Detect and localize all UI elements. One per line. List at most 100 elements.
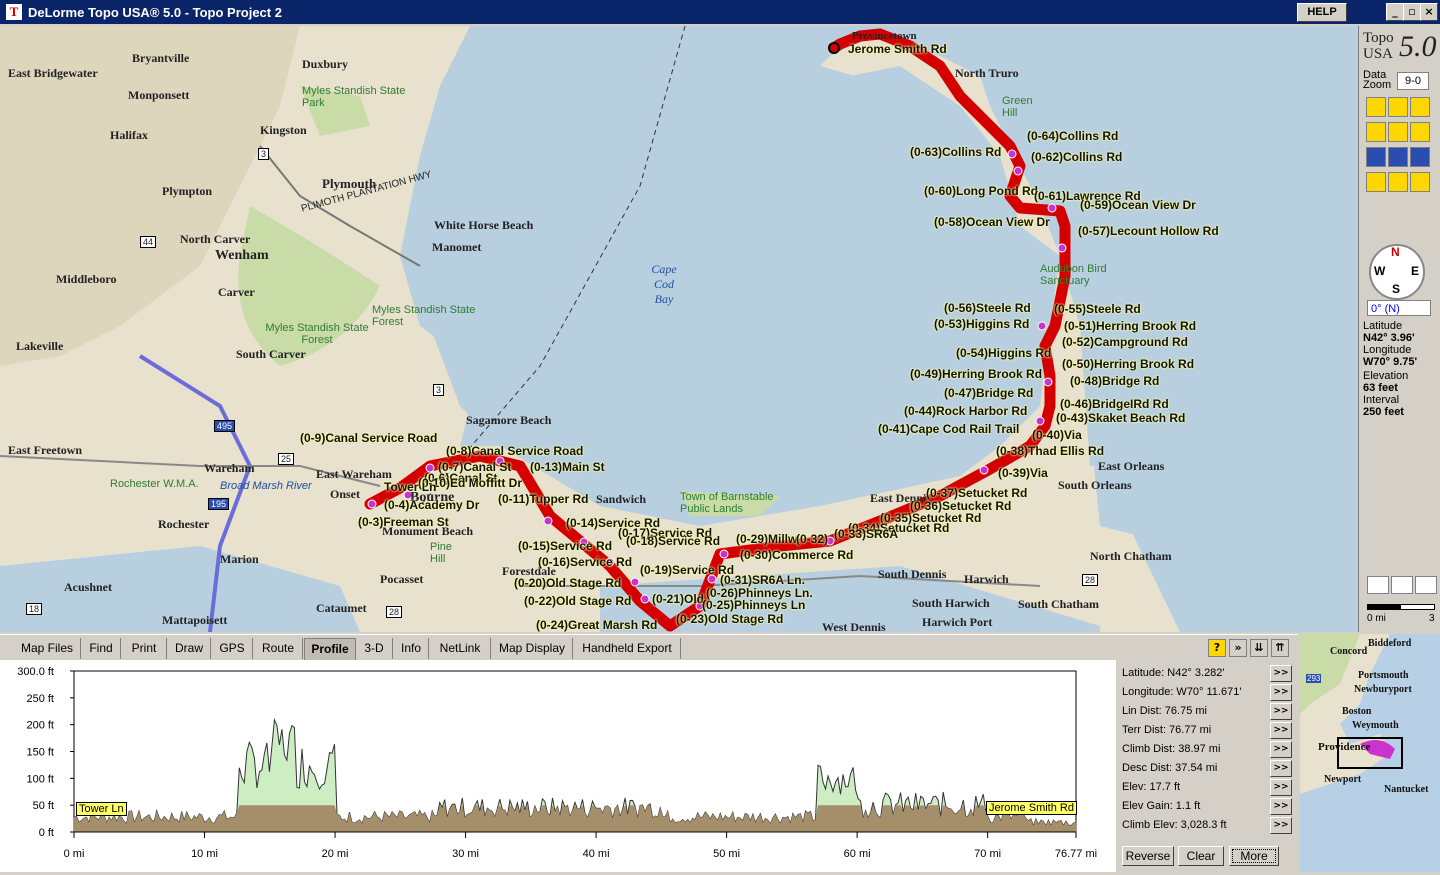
expand-icon[interactable]: » bbox=[1229, 639, 1247, 657]
pan-west-icon[interactable] bbox=[1366, 147, 1386, 167]
tab-netlink[interactable]: NetLink bbox=[430, 638, 491, 659]
waypoint-label[interactable]: (0-63)Collins Rd bbox=[910, 145, 1001, 159]
help-question-icon[interactable]: ? bbox=[1208, 639, 1226, 657]
stat-go-button[interactable]: >> bbox=[1270, 741, 1292, 758]
center-icon[interactable] bbox=[1388, 147, 1408, 167]
stat-go-button[interactable]: >> bbox=[1270, 665, 1292, 682]
waypoint-label[interactable]: (0-57)Lecount Hollow Rd bbox=[1078, 224, 1219, 238]
stat-go-button[interactable]: >> bbox=[1270, 722, 1292, 739]
tab-map-display[interactable]: Map Display bbox=[492, 638, 573, 659]
waypoint-label[interactable]: (0-26)Phinneys Ln. bbox=[706, 586, 813, 600]
pan-southeast-icon[interactable] bbox=[1410, 172, 1430, 192]
waypoint-label[interactable]: (0-18)Service Rd bbox=[626, 534, 720, 548]
pan-northeast-icon[interactable] bbox=[1410, 122, 1430, 142]
waypoint-label[interactable]: (0-41)Cape Cod Rail Trail bbox=[878, 422, 1019, 436]
waypoint-label[interactable]: (0-48)Bridge Rd bbox=[1070, 374, 1159, 388]
stat-go-button[interactable]: >> bbox=[1270, 779, 1292, 796]
tab-print[interactable]: Print bbox=[122, 638, 167, 659]
waypoint-label[interactable]: (0-55)Steele Rd bbox=[1054, 302, 1141, 316]
waypoint-label[interactable]: Jerome Smith Rd bbox=[848, 42, 947, 56]
stat-go-button[interactable]: >> bbox=[1270, 817, 1292, 834]
waypoint-label[interactable]: (0-50)Herring Brook Rd bbox=[1062, 357, 1194, 371]
waypoint-label[interactable]: (0-22)Old Stage Rd bbox=[524, 594, 631, 608]
elevation-profile[interactable]: 300.0 ft 250 ft 200 ft 150 ft 100 ft 50 ft 0 f… bbox=[0, 660, 1116, 872]
monitor-icon[interactable] bbox=[1367, 576, 1389, 594]
waypoint-label[interactable]: (0-13)Main St bbox=[530, 460, 605, 474]
pan-northwest-icon[interactable] bbox=[1366, 122, 1386, 142]
tab-draw[interactable]: Draw bbox=[168, 638, 211, 659]
waypoint-label[interactable]: (0-30)Commerce Rd bbox=[740, 548, 853, 562]
waypoint-label[interactable]: (0-25)Phinneys Ln bbox=[702, 598, 805, 612]
waypoint-label[interactable]: (0-15)Service Rd bbox=[518, 539, 612, 553]
minimize-button[interactable]: _ bbox=[1386, 3, 1404, 21]
pan-south-icon[interactable] bbox=[1388, 172, 1408, 192]
waypoint-label[interactable]: (0-21)Old bbox=[652, 592, 704, 606]
dock-icon[interactable]: ⇊ bbox=[1250, 639, 1268, 657]
waypoint-label[interactable]: (0-4)Academy Dr bbox=[384, 498, 479, 512]
waypoint-label[interactable]: (0-51)Herring Brook Rd bbox=[1064, 319, 1196, 333]
waypoint-label[interactable]: (0-9)Canal Service Road bbox=[300, 431, 437, 445]
waypoint-label[interactable]: (0-38)Thad Ellis Rd bbox=[996, 444, 1104, 458]
heading-select[interactable]: 0° (N) bbox=[1367, 300, 1431, 316]
tab-profile[interactable]: Profile bbox=[304, 638, 356, 660]
waypoint-label[interactable]: (0-46)BridgeIRd Rd bbox=[1060, 397, 1169, 411]
tool-icon[interactable] bbox=[1388, 97, 1408, 117]
waypoint-label[interactable]: (0-24)Great Marsh Rd bbox=[536, 618, 657, 632]
tab-handheld-export[interactable]: Handheld Export bbox=[574, 638, 681, 659]
help-button[interactable]: HELP bbox=[1297, 3, 1347, 22]
waypoint-label[interactable]: (0-40)Via bbox=[1032, 428, 1082, 442]
clear-button[interactable]: Clear bbox=[1178, 846, 1224, 866]
close-button[interactable]: × bbox=[1420, 3, 1438, 21]
tool-icon[interactable] bbox=[1410, 97, 1430, 117]
pan-north-icon[interactable] bbox=[1388, 122, 1408, 142]
data-zoom-field[interactable]: 9-0 bbox=[1397, 72, 1429, 90]
waypoint-label[interactable]: (0-3)Freeman St bbox=[358, 515, 449, 529]
waypoint-label[interactable]: (0-39)Via bbox=[998, 466, 1048, 480]
waypoint-label[interactable]: (0-16)Service Rd bbox=[538, 555, 632, 569]
waypoint-label[interactable]: (0-11)Tupper Rd bbox=[498, 492, 588, 506]
waypoint-label[interactable]: (0-47)Bridge Rd bbox=[944, 386, 1033, 400]
waypoint-label[interactable]: (0-23)Old Stage Rd bbox=[676, 612, 783, 626]
tab-find[interactable]: Find bbox=[82, 638, 121, 659]
waypoint-label[interactable]: (0-59)Ocean View Dr bbox=[1080, 198, 1196, 212]
reverse-button[interactable]: Reverse bbox=[1122, 846, 1174, 866]
undock-icon[interactable]: ⇈ bbox=[1271, 639, 1289, 657]
pan-east-icon[interactable] bbox=[1410, 147, 1430, 167]
tab-route[interactable]: Route bbox=[254, 638, 303, 659]
app-icon[interactable]: T bbox=[6, 4, 22, 20]
stat-go-button[interactable]: >> bbox=[1270, 798, 1292, 815]
waypoint-label[interactable]: (0-31)SR6A Ln. bbox=[720, 573, 805, 587]
waypoint-label[interactable]: (0-20)Old Stage Rd bbox=[514, 576, 621, 590]
waypoint-label[interactable]: (0-43)Skaket Beach Rd bbox=[1056, 411, 1185, 425]
tab-3d[interactable]: 3-D bbox=[356, 638, 393, 659]
waypoint-label[interactable]: (0-37)Setucket Rd bbox=[926, 486, 1027, 500]
waypoint-label[interactable]: (0-56)Steele Rd bbox=[944, 301, 1031, 315]
waypoint-label[interactable]: (0-8)Canal Service Road bbox=[446, 444, 583, 458]
waypoint-label[interactable]: (0-33)SR6A bbox=[834, 527, 898, 541]
overview-map[interactable]: Concord Biddeford Portsmouth Newburyport… bbox=[1300, 634, 1440, 872]
waypoint-label[interactable]: (0-64)Collins Rd bbox=[1027, 129, 1118, 143]
waypoint-label[interactable]: (0-32) bbox=[796, 532, 828, 546]
waypoint-label[interactable]: (0-58)Ocean View Dr bbox=[934, 215, 1050, 229]
waypoint-label[interactable]: (0-44)Rock Harbor Rd bbox=[904, 404, 1027, 418]
waypoint-label[interactable]: (0-49)Herring Brook Rd bbox=[910, 367, 1042, 381]
waypoint-label[interactable]: (0-52)Campground Rd bbox=[1062, 335, 1188, 349]
waypoint-label[interactable]: (0-29)Millw bbox=[736, 532, 797, 546]
stat-go-button[interactable]: >> bbox=[1270, 703, 1292, 720]
waypoint-label[interactable]: (0-53)Higgins Rd bbox=[934, 317, 1029, 331]
window-icon[interactable] bbox=[1415, 576, 1437, 594]
more-button[interactable]: More bbox=[1229, 846, 1279, 866]
compass-icon[interactable]: N S E W bbox=[1369, 244, 1425, 300]
map-view[interactable]: East Bridgewater Bryantville Duxbury Mon… bbox=[0, 26, 1358, 632]
waypoint-label[interactable]: Tower Ln bbox=[384, 480, 436, 494]
ruler-icon[interactable] bbox=[1391, 576, 1413, 594]
maximize-button[interactable]: ▫ bbox=[1403, 3, 1421, 21]
stat-go-button[interactable]: >> bbox=[1270, 684, 1292, 701]
waypoint-label[interactable]: (0-60)Long Pond Rd bbox=[924, 184, 1038, 198]
waypoint-label[interactable]: (0-62)Collins Rd bbox=[1031, 150, 1122, 164]
tab-info[interactable]: Info bbox=[394, 638, 429, 659]
waypoint-label[interactable]: (0-54)Higgins Rd bbox=[956, 346, 1051, 360]
tool-icon[interactable] bbox=[1366, 97, 1386, 117]
stat-go-button[interactable]: >> bbox=[1270, 760, 1292, 777]
tab-gps[interactable]: GPS bbox=[212, 638, 253, 659]
